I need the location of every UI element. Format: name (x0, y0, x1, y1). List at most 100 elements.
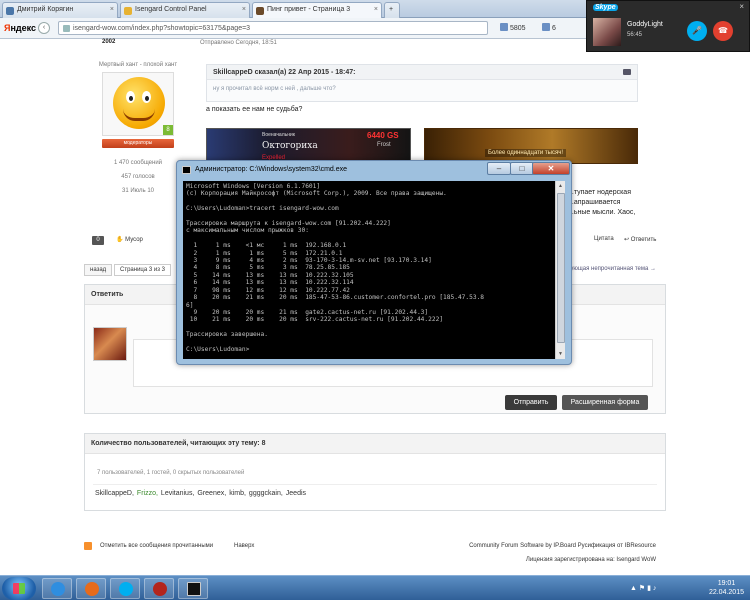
close-icon[interactable]: × (739, 2, 744, 11)
yandex-logo: Яндекс (4, 23, 37, 33)
console-line: C:\Users\Ludoman> (186, 345, 250, 353)
console-line: с максимальным числом прыжков 30: (186, 227, 309, 235)
active-viewers: Количество пользователей, читающих эту т… (84, 433, 666, 511)
author-location: 31 Июль 10 (122, 188, 154, 194)
maximize-button[interactable]: □ (510, 162, 534, 175)
scroll-thumb[interactable] (557, 193, 565, 343)
windows-taskbar: ▲ ⚑ ▮ ♪ 19:01 22.04.2015 (0, 575, 750, 600)
viewer-link[interactable]: Levitanius, (161, 490, 194, 497)
skype-logo: Skype (593, 4, 618, 11)
site-icon (63, 25, 70, 32)
likes-counter[interactable]: 6 (542, 23, 556, 32)
viewer-link[interactable]: ggggckain, (249, 490, 283, 497)
quote-header: SkillcappeD сказал(а) 22 Апр 2015 - 18:4… (207, 65, 637, 80)
console-scrollbar[interactable]: ▲ ▼ (555, 181, 565, 359)
taskbar-ie[interactable] (42, 578, 72, 599)
author-group: модераторы (102, 139, 174, 148)
caller-name: GoddyLight (627, 21, 663, 28)
back-icon[interactable]: ‹ (38, 22, 50, 34)
tab-ping[interactable]: Пинг привет - Страница 3 × (252, 2, 382, 18)
isengard-icon (124, 7, 132, 15)
send-button[interactable]: Отправить (505, 395, 557, 410)
call-timer: 56:45 (627, 32, 643, 38)
tab-label: Пинг привет - Страница 3 (267, 6, 351, 13)
tab-label: Дмитрий Корягин (17, 6, 74, 13)
author-rank: Мертвый хант - плохой хант (98, 62, 178, 68)
achievement-banner[interactable]: Более одиннадцати тысяч! (424, 128, 638, 164)
software-credit: Community Forum Software by IP.Board Рус… (469, 543, 656, 549)
tab-vk[interactable]: Дмитрий Корягин × (2, 2, 118, 18)
clock[interactable]: 19:01 22.04.2015 (709, 579, 744, 597)
advanced-form-button[interactable]: Расширенная форма (562, 395, 648, 410)
console-line: (c) Корпорация Майкрософт (Microsoft Cor… (186, 190, 447, 198)
forum-icon (256, 7, 264, 15)
wow-character-banner[interactable]: Военачальник Октогориха 6440 GS Frost Ex… (206, 128, 411, 164)
back-button[interactable]: назад (84, 264, 113, 276)
viewers-title: Количество пользователей, читающих эту т… (85, 434, 665, 454)
ie-icon (51, 582, 65, 596)
viewer-link[interactable]: kimb, (229, 490, 246, 497)
console-line: 7 98 ms 12 ms 12 ms 10.222.77.42 (186, 286, 350, 294)
console-line: 1 1 ms <1 мс 1 ms 192.168.0.1 (186, 242, 347, 250)
cmd-titlebar[interactable]: Администратор: C:\Windows\system32\cmd.e… (177, 161, 571, 179)
post-meta: 2002 Отправлено Сегодня, 18:51 (84, 39, 666, 48)
footer: Отметить все сообщения прочитанными Наве… (84, 542, 666, 572)
top-link[interactable]: Наверх (234, 543, 254, 549)
console-line: Трассировка маршрута к isengard-wow.com … (186, 220, 391, 228)
author-votes: 457 голосов (121, 174, 155, 180)
signature: Военачальник Октогориха 6440 GS Frost Ex… (206, 128, 638, 164)
quote-button[interactable]: Цитата (594, 236, 614, 242)
post-date: Отправлено Сегодня, 18:51 (200, 40, 277, 46)
url-text: isengard-wow.com/index.php?showtopic=631… (73, 25, 251, 32)
hang-up-icon[interactable]: ☎ (713, 21, 733, 41)
dota-icon (153, 582, 167, 596)
new-tab-button[interactable]: + (384, 2, 400, 18)
tab-isengard-cp[interactable]: Isengard Control Panel × (120, 2, 250, 18)
mark-read-link[interactable]: Отметить все сообщения прочитанными (100, 543, 213, 549)
quote-body: ну я прочитал всё норм с ней , дальше чт… (213, 86, 336, 92)
viewer-link[interactable]: Frizzo, (137, 490, 158, 497)
microphone-icon[interactable]: 🎤 (687, 21, 707, 41)
trash-button[interactable]: ✋ Мусор (116, 236, 143, 243)
mail-counter[interactable]: 5805 (500, 23, 526, 32)
taskbar-firefox[interactable] (76, 578, 106, 599)
avatar[interactable]: 8 (102, 72, 174, 136)
console-line: Трассировка завершена. (186, 331, 268, 339)
close-button[interactable]: ✕ (532, 162, 570, 175)
console-line: 2 1 ms 1 ms 5 ms 172.21.0.1 (186, 249, 343, 257)
post-author: Мертвый хант - плохой хант 8 модераторы … (94, 62, 182, 202)
page-indicator[interactable]: Страница 3 из 3 (114, 264, 171, 276)
console-line: 10 21 ms 20 ms 20 ms srv-222.cactus-net.… (186, 316, 444, 324)
vote-counter[interactable]: 0 (92, 236, 104, 245)
close-icon[interactable]: × (110, 6, 114, 13)
comment-icon[interactable] (623, 69, 631, 75)
address-bar[interactable]: isengard-wow.com/index.php?showtopic=631… (58, 21, 488, 35)
vk-icon (6, 7, 14, 15)
taskbar-cmd[interactable] (178, 578, 208, 599)
viewer-link[interactable]: SkillcappeD, (95, 490, 134, 497)
close-icon[interactable]: × (374, 6, 378, 13)
viewer-link[interactable]: Greenex, (197, 490, 226, 497)
taskbar-dota[interactable] (144, 578, 174, 599)
skype-call-popup: Skype × GoddyLight 56:45 🎤 ☎ (586, 0, 750, 52)
console-line: 8 20 ms 21 ms 20 ms 185-47-53-86.custome… (186, 294, 485, 302)
minimize-button[interactable]: – (487, 162, 511, 175)
tray-icons[interactable]: ▲ ⚑ ▮ ♪ (630, 584, 656, 592)
taskbar-skype[interactable] (110, 578, 140, 599)
answer-button[interactable]: ↩ Ответить (624, 236, 656, 243)
quote-block: SkillcappeD сказал(а) 22 Апр 2015 - 18:4… (206, 64, 638, 102)
console-line: 5 14 ms 13 ms 13 ms 10.222.32.105 (186, 271, 354, 279)
console-output[interactable]: Microsoft Windows [Version 6.1.7601] (c) … (183, 181, 555, 359)
close-icon[interactable]: × (242, 6, 246, 13)
viewers-stats: 7 пользователей, 1 гостей, 0 скрытых пол… (97, 470, 245, 476)
cmd-window[interactable]: Администратор: C:\Windows\system32\cmd.e… (176, 160, 572, 365)
viewer-link[interactable]: Jeedis (286, 490, 306, 497)
console-line: 4 8 ms 5 ms 3 ms 78.25.85.185 (186, 264, 350, 272)
like-icon (542, 23, 550, 31)
rss-icon[interactable] (84, 542, 92, 550)
post-score: 2002 (102, 39, 116, 45)
start-button[interactable] (2, 577, 36, 600)
skype-icon (119, 582, 133, 596)
